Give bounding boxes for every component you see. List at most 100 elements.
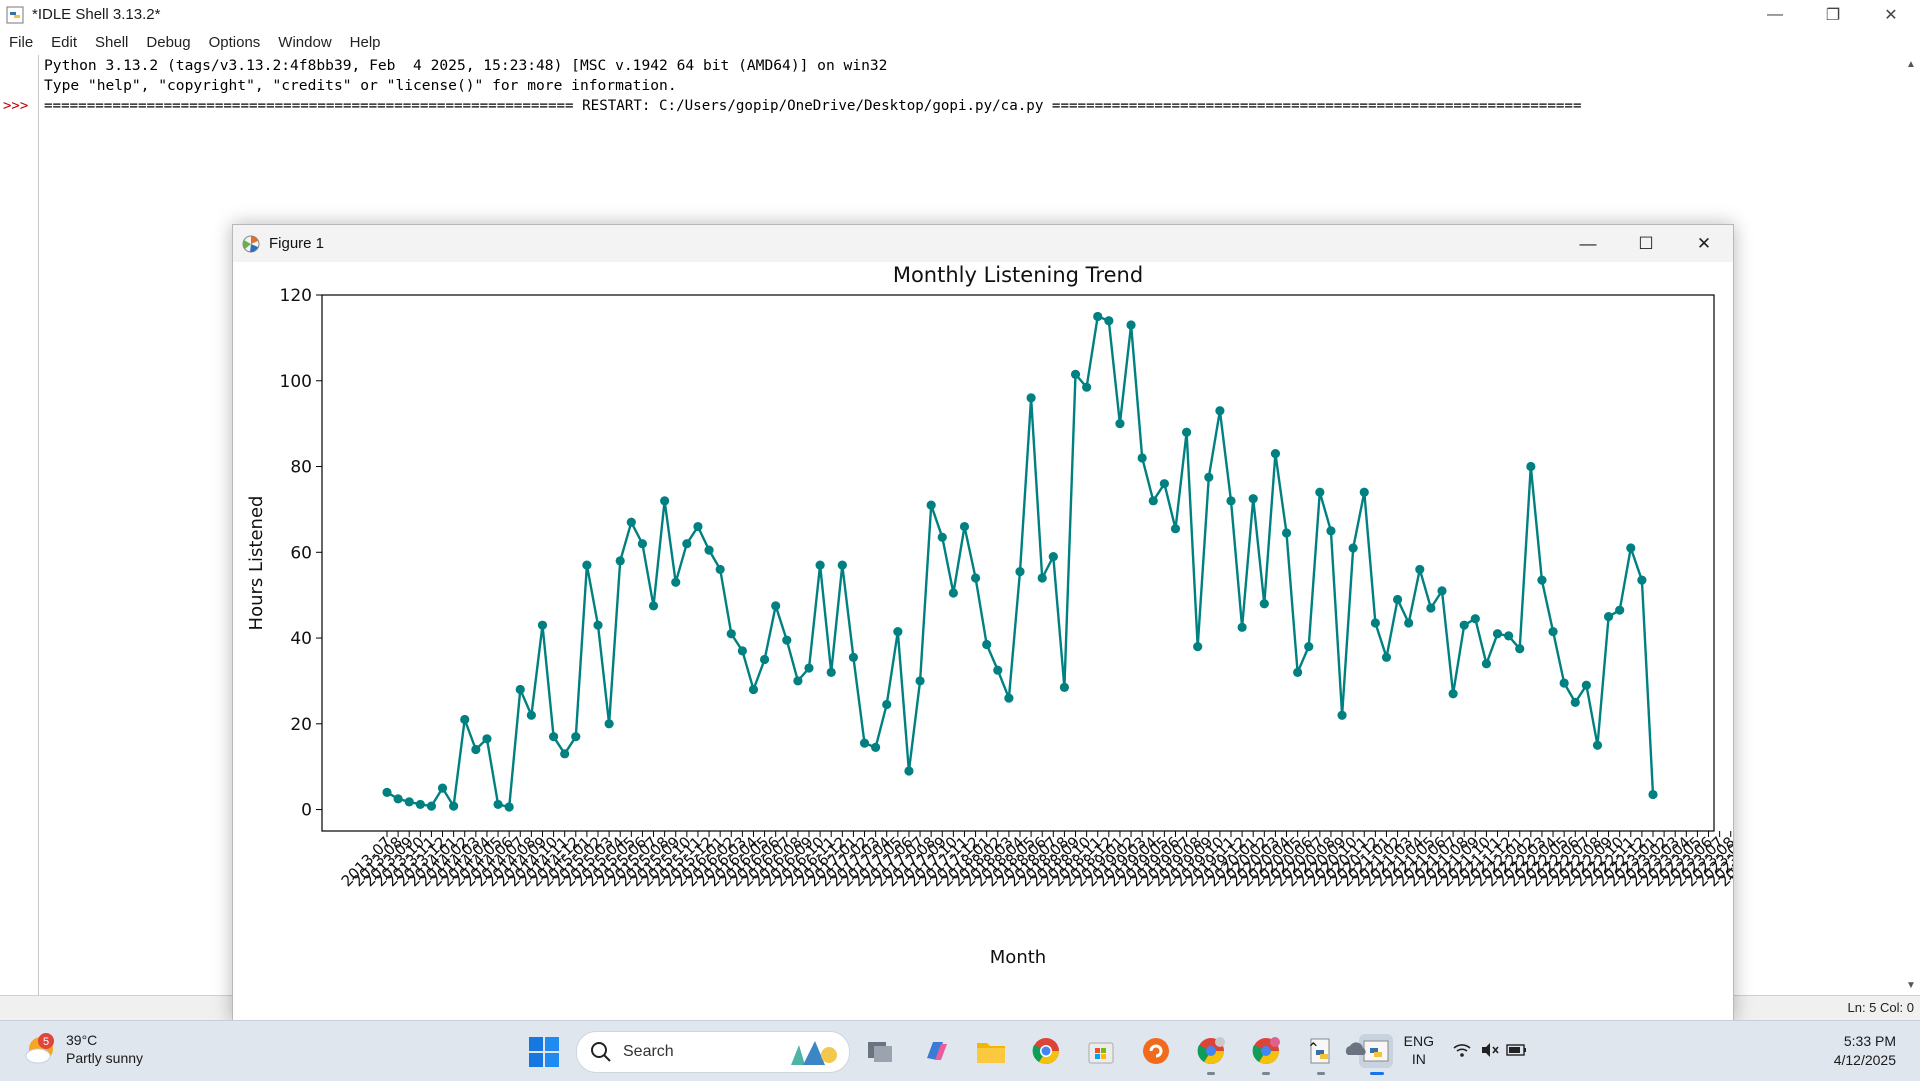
data-point [1648, 789, 1658, 800]
idle-titlebar[interactable]: *IDLE Shell 3.13.2* — ❐ ✕ [0, 0, 1920, 29]
chrome-icon[interactable] [1029, 1034, 1063, 1068]
data-point [1481, 659, 1492, 669]
volume-muted-icon[interactable] [1480, 1042, 1500, 1058]
data-point [1304, 642, 1314, 652]
python-idle-icon [6, 6, 24, 23]
menu-window[interactable]: Window [269, 34, 340, 51]
taskbar-search[interactable]: Search [576, 1031, 850, 1073]
line-chart: Monthly Listening Trend 0 20 40 60 80 100 120 Ho… [246, 263, 1733, 968]
data-point [771, 601, 781, 611]
menu-options[interactable]: Options [200, 34, 270, 51]
data-point [1026, 393, 1036, 403]
task-view-button[interactable] [864, 1034, 898, 1068]
minimize-button[interactable]: — [1746, 0, 1804, 29]
data-point [937, 532, 947, 542]
data-point [1015, 566, 1025, 577]
app-orange-icon[interactable] [1139, 1034, 1173, 1068]
data-point [1059, 682, 1070, 692]
data-point [482, 734, 492, 744]
running-indicator [1207, 1072, 1215, 1075]
data-point [959, 521, 970, 532]
data-point [560, 749, 570, 759]
data-point [426, 801, 437, 811]
search-label: Search [623, 1043, 674, 1060]
data-point [1048, 551, 1058, 562]
close-button[interactable]: ✕ [1862, 0, 1920, 29]
language-bottom: IN [1411, 1051, 1426, 1067]
menu-debug[interactable]: Debug [137, 34, 199, 51]
data-point [1093, 311, 1103, 322]
start-button[interactable] [528, 1036, 560, 1068]
data-point [1326, 526, 1336, 536]
menu-edit[interactable]: Edit [42, 34, 86, 51]
data-point [871, 742, 881, 752]
figure-minimize-button[interactable]: — [1559, 225, 1617, 262]
figure-titlebar[interactable]: Figure 1 — ☐ ✕ [233, 225, 1733, 262]
data-point [471, 744, 481, 755]
data-point [915, 676, 925, 686]
data-point [1548, 627, 1558, 637]
data-point [948, 588, 958, 598]
data-point [1470, 614, 1480, 624]
scroll-down-icon[interactable]: ▼ [1906, 980, 1916, 991]
chrome-profile-icon[interactable] [1194, 1034, 1228, 1068]
clock[interactable]: 5:33 PM 4/12/2025 [1834, 1032, 1896, 1070]
data-point [1370, 618, 1380, 628]
microsoft-store-icon[interactable] [1084, 1034, 1118, 1068]
data-point [671, 577, 681, 587]
y-tick-label: 0 [301, 801, 312, 821]
figure-maximize-button[interactable]: ☐ [1617, 225, 1675, 262]
vertical-scrollbar[interactable]: ▲ ▼ [1902, 55, 1920, 995]
data-point [1404, 618, 1414, 628]
language-indicator[interactable]: ENG IN [1404, 1032, 1434, 1068]
weather-icon: 5 [24, 1032, 58, 1066]
data-point [1270, 449, 1281, 459]
data-point [604, 719, 614, 729]
file-explorer-icon[interactable] [974, 1034, 1008, 1068]
data-point [582, 560, 592, 570]
figure-title: Figure 1 [269, 235, 325, 252]
figure-window[interactable]: Figure 1 — ☐ ✕ Monthly Listening Trend 0 2… [232, 224, 1734, 1022]
chevron-up-icon[interactable]: ⌃ [1307, 1039, 1320, 1059]
onedrive-icon[interactable] [1344, 1041, 1368, 1057]
shell-gutter [0, 55, 39, 995]
data-point [637, 539, 648, 549]
running-indicator [1262, 1072, 1270, 1075]
wifi-icon[interactable] [1452, 1042, 1472, 1058]
data-point [893, 627, 903, 637]
data-point [804, 663, 814, 673]
chrome-profile-icon-2[interactable] [1249, 1034, 1283, 1068]
battery-icon[interactable] [1506, 1043, 1528, 1057]
menu-shell[interactable]: Shell [86, 34, 137, 51]
data-point [382, 787, 392, 798]
copilot-icon[interactable] [919, 1034, 953, 1068]
data-point [1559, 678, 1569, 688]
running-indicator [1317, 1072, 1325, 1075]
active-indicator [1370, 1072, 1384, 1075]
y-tick-label: 80 [290, 458, 312, 478]
data-point [660, 496, 670, 506]
data-point [1603, 612, 1614, 622]
data-point [493, 799, 503, 810]
data-point [1348, 543, 1358, 553]
clock-time: 5:33 PM [1843, 1033, 1896, 1049]
data-point [837, 560, 847, 570]
data-point [1637, 575, 1647, 585]
data-point [1359, 487, 1369, 497]
shell-prompt: >>> [3, 98, 29, 114]
data-point [693, 521, 703, 532]
data-point [1259, 599, 1269, 609]
data-point [460, 714, 470, 725]
data-point [1004, 693, 1014, 703]
data-point [1337, 710, 1347, 720]
y-axis-label: Hours Listened [246, 496, 267, 631]
data-point [1115, 419, 1125, 429]
weather-widget[interactable]: 5 39°C Partly sunny [24, 1031, 143, 1067]
data-point [1237, 622, 1247, 632]
data-point [926, 500, 936, 510]
figure-close-button[interactable]: ✕ [1675, 225, 1733, 262]
menu-file[interactable]: File [0, 34, 42, 51]
restore-button[interactable]: ❐ [1804, 0, 1862, 29]
menu-help[interactable]: Help [341, 34, 390, 51]
scroll-up-icon[interactable]: ▲ [1906, 59, 1916, 70]
